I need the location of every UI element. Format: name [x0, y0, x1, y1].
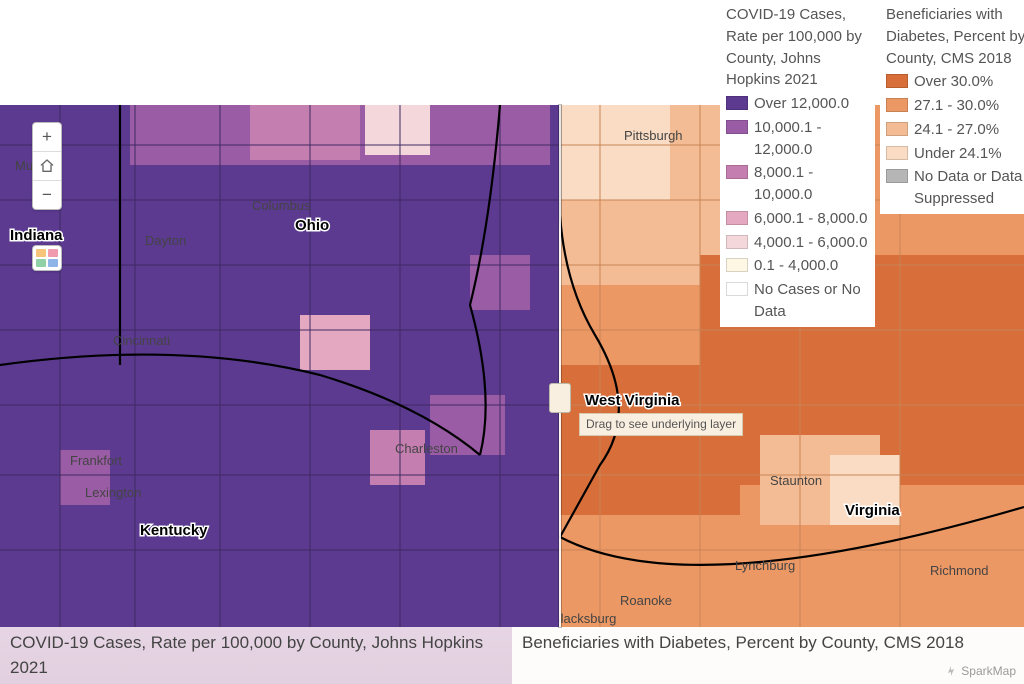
- legend-label: 27.1 - 30.0%: [914, 95, 1024, 117]
- label-roanoke: Roanoke: [620, 593, 672, 608]
- legend-label: 0.1 - 4,000.0: [754, 255, 869, 277]
- basemap-tile-icon: [48, 259, 58, 267]
- plus-icon: +: [42, 127, 52, 146]
- legend-title: COVID-19 Cases, Rate per 100,000 by Coun…: [726, 4, 869, 91]
- label-indiana: Indiana: [10, 227, 63, 244]
- label-charleston: Charleston: [395, 441, 458, 456]
- legend-label: No Cases or No Data: [754, 279, 869, 323]
- legend-label: Under 24.1%: [914, 143, 1024, 165]
- legend-entry: Under 24.1%: [886, 143, 1024, 165]
- home-icon: [39, 156, 55, 175]
- legend-entry: 6,000.1 - 8,000.0: [726, 208, 869, 230]
- home-extent-button[interactable]: [33, 152, 61, 181]
- legend-title: Beneficiaries with Diabetes, Percent by …: [886, 4, 1024, 69]
- basemap-tile-icon: [36, 259, 46, 267]
- legend-diabetes: Beneficiaries with Diabetes, Percent by …: [880, 0, 1024, 214]
- legend-entry: 4,000.1 - 6,000.0: [726, 232, 869, 254]
- legend-entry: No Data or Data Suppressed: [886, 166, 1024, 210]
- legend-swatch: [726, 211, 748, 225]
- legend-label: 8,000.1 - 10,000.0: [754, 162, 869, 206]
- swipe-handle[interactable]: [549, 383, 571, 413]
- legend-swatch: [726, 235, 748, 249]
- legend-label: Over 30.0%: [914, 71, 1024, 93]
- legend-entry: 24.1 - 27.0%: [886, 119, 1024, 141]
- label-ohio: Ohio: [295, 217, 329, 234]
- legend-label: 4,000.1 - 6,000.0: [754, 232, 869, 254]
- label-virginia: Virginia: [845, 502, 900, 519]
- legend-covid: COVID-19 Cases, Rate per 100,000 by Coun…: [720, 0, 875, 327]
- map-footer: COVID-19 Cases, Rate per 100,000 by Coun…: [0, 627, 1024, 684]
- label-staunton: Staunton: [770, 473, 822, 488]
- legend-label: 24.1 - 27.0%: [914, 119, 1024, 141]
- legend-swatch: [726, 282, 748, 296]
- legend-label: No Data or Data Suppressed: [914, 166, 1024, 210]
- label-lexington: Lexington: [85, 485, 141, 500]
- legend-swatch: [726, 120, 748, 134]
- swipe-divider[interactable]: Drag to see underlying layer: [559, 105, 561, 627]
- legend-swatch: [886, 169, 908, 183]
- spark-icon: [945, 665, 957, 677]
- legend-entry: Over 30.0%: [886, 71, 1024, 93]
- label-cincinnati: Cincinnati: [113, 333, 170, 348]
- basemap-tile-icon: [48, 249, 58, 257]
- legend-entry: 27.1 - 30.0%: [886, 95, 1024, 117]
- caption-left: COVID-19 Cases, Rate per 100,000 by Coun…: [0, 627, 512, 684]
- caption-right: Beneficiaries with Diabetes, Percent by …: [512, 627, 1024, 684]
- zoom-toolbar: + −: [32, 122, 62, 210]
- label-west-virginia: West Virginia: [585, 392, 680, 409]
- legend-swatch: [886, 122, 908, 136]
- legend-swatch: [726, 165, 748, 179]
- label-richmond: Richmond: [930, 563, 989, 578]
- caption-right-text: Beneficiaries with Diabetes, Percent by …: [522, 633, 964, 652]
- label-kentucky: Kentucky: [140, 522, 208, 539]
- zoom-out-button[interactable]: −: [33, 181, 61, 209]
- legend-swatch: [886, 98, 908, 112]
- label-pittsburgh: Pittsburgh: [624, 128, 683, 143]
- legend-label: 6,000.1 - 8,000.0: [754, 208, 869, 230]
- legend-swatch: [886, 146, 908, 160]
- legend-entry: 8,000.1 - 10,000.0: [726, 162, 869, 206]
- label-columbus: Columbus: [252, 198, 311, 213]
- swipe-tooltip: Drag to see underlying layer: [579, 413, 743, 436]
- basemap-toggle[interactable]: [32, 245, 62, 271]
- sparkmap-credit-text: SparkMap: [961, 663, 1016, 680]
- legend-entry: Over 12,000.0: [726, 93, 869, 115]
- label-lynchburg: Lynchburg: [735, 558, 795, 573]
- label-dayton: Dayton: [145, 233, 186, 248]
- label-blacksburg: Blacksburg: [552, 611, 616, 626]
- legend-swatch: [726, 96, 748, 110]
- label-frankfort: Frankfort: [70, 453, 122, 468]
- legend-entry: No Cases or No Data: [726, 279, 869, 323]
- legend-label: Over 12,000.0: [754, 93, 869, 115]
- legend-swatch: [886, 74, 908, 88]
- legend-label: 10,000.1 - 12,000.0: [754, 117, 869, 161]
- legend-entry: 0.1 - 4,000.0: [726, 255, 869, 277]
- basemap-tile-icon: [36, 249, 46, 257]
- legend-swatch: [726, 258, 748, 272]
- sparkmap-credit: SparkMap: [945, 663, 1016, 680]
- legend-entry: 10,000.1 - 12,000.0: [726, 117, 869, 161]
- zoom-in-button[interactable]: +: [33, 123, 61, 152]
- minus-icon: −: [42, 185, 52, 204]
